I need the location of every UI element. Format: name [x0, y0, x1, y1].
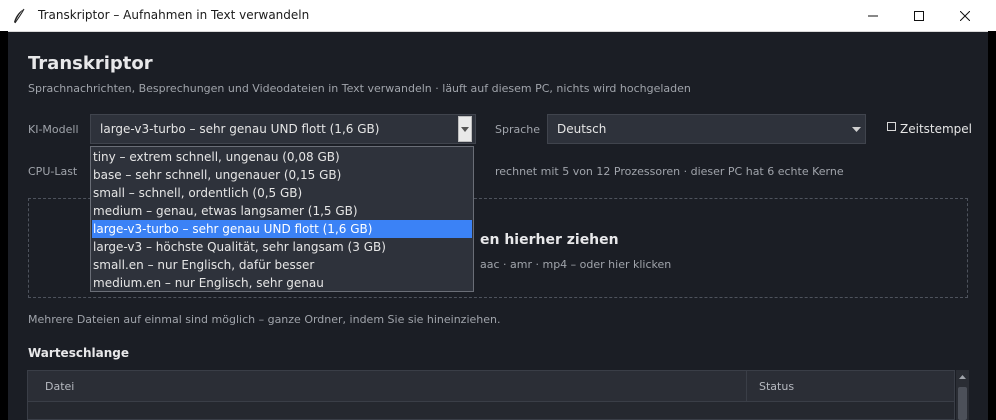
- app-window: Transkriptor – Aufnahmen in Text verwand…: [0, 0, 996, 420]
- queue-scrollbar[interactable]: [956, 370, 969, 420]
- cpu-info: rechnet mit 5 von 12 Prozessoren · diese…: [495, 165, 844, 178]
- language-label: Sprache: [495, 123, 541, 136]
- model-option[interactable]: large-v3 – höchste Qualität, sehr langsa…: [92, 238, 472, 256]
- app-subtitle: Sprachnachrichten, Besprechungen und Vid…: [28, 82, 691, 95]
- model-dropdown-list: tiny – extrem schnell, ungenau (0,08 GB)…: [90, 146, 474, 292]
- close-button[interactable]: [942, 0, 988, 31]
- window-frame-right: [988, 31, 996, 420]
- model-option-selected[interactable]: large-v3-turbo – sehr genau UND flott (1…: [92, 220, 472, 238]
- app-title: Transkriptor: [28, 53, 153, 74]
- model-dropdown-button[interactable]: [458, 116, 472, 142]
- drop-zone-formats: aac · amr · mp4 – oder hier klicken: [480, 258, 672, 271]
- title-bar: Transkriptor – Aufnahmen in Text verwand…: [0, 0, 996, 32]
- model-option[interactable]: medium – genau, etwas langsamer (1,5 GB): [92, 202, 472, 220]
- window-frame-left: [0, 31, 8, 420]
- model-option[interactable]: small.en – nur Englisch, dafür besser: [92, 256, 472, 274]
- feather-pen-icon: [14, 8, 25, 24]
- minimize-icon: [868, 15, 878, 16]
- maximize-button[interactable]: [896, 0, 942, 31]
- multi-file-hint: Mehrere Dateien auf einmal sind möglich …: [28, 313, 501, 326]
- cpu-label: CPU-Last: [28, 165, 78, 178]
- column-divider[interactable]: [746, 371, 747, 401]
- scroll-thumb[interactable]: [958, 387, 967, 420]
- model-option[interactable]: tiny – extrem schnell, ungenau (0,08 GB): [92, 148, 472, 166]
- model-label: KI-Modell: [28, 123, 79, 136]
- window-title: Transkriptor – Aufnahmen in Text verwand…: [38, 8, 310, 22]
- language-dropdown-button[interactable]: [848, 116, 864, 142]
- model-option[interactable]: small – schnell, ordentlich (0,5 GB): [92, 184, 472, 202]
- chevron-down-icon: [851, 126, 861, 132]
- chevron-up-icon: [959, 375, 966, 379]
- scroll-up-button[interactable]: [956, 370, 969, 384]
- queue-title: Warteschlange: [28, 346, 129, 360]
- close-icon: [960, 10, 970, 21]
- maximize-icon: [914, 10, 924, 21]
- chevron-down-icon: [461, 126, 469, 132]
- model-option[interactable]: base – sehr schnell, ungenauer (0,15 GB): [92, 166, 472, 184]
- model-select[interactable]: large-v3-turbo – sehr genau UND flott (1…: [90, 114, 476, 144]
- drop-zone-title: en hierher ziehen: [480, 232, 619, 248]
- column-header-status[interactable]: Status: [759, 380, 794, 393]
- timestamps-checkbox[interactable]: [887, 122, 896, 131]
- queue-table: Datei Status: [27, 370, 955, 420]
- model-select-value: large-v3-turbo – sehr genau UND flott (1…: [100, 122, 380, 136]
- language-select[interactable]: Deutsch: [547, 114, 866, 144]
- column-header-file[interactable]: Datei: [45, 380, 74, 393]
- language-select-value: Deutsch: [557, 122, 607, 136]
- timestamps-label[interactable]: Zeitstempel: [900, 122, 972, 136]
- queue-table-header: Datei Status: [28, 371, 954, 402]
- model-option[interactable]: medium.en – nur Englisch, sehr genau: [92, 274, 472, 292]
- minimize-button[interactable]: [850, 0, 896, 31]
